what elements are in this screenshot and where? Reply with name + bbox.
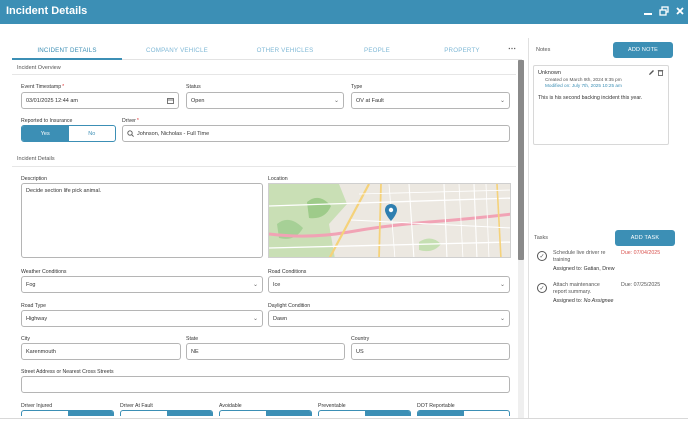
tasks-title: Tasks bbox=[534, 235, 549, 241]
section-title-overview: Incident Overview bbox=[17, 65, 61, 71]
chevron-down-icon: ⌄ bbox=[499, 316, 505, 322]
active-tab-indicator bbox=[12, 58, 122, 60]
tab-company-vehicle[interactable]: COMPANY VEHICLE bbox=[132, 47, 222, 54]
divider bbox=[12, 166, 516, 167]
weather-select[interactable]: Fog ⌄ bbox=[21, 276, 263, 293]
event-timestamp-field[interactable]: 03/01/2025 12:44 am bbox=[21, 92, 179, 109]
chevron-down-icon: ⌄ bbox=[252, 316, 258, 322]
check-circle-icon[interactable]: ✓ bbox=[537, 251, 547, 261]
search-icon bbox=[127, 130, 134, 139]
driver-injured-label: Driver Injured bbox=[21, 403, 53, 409]
daylight-label: Daylight Condition bbox=[268, 303, 311, 309]
state-label: State bbox=[186, 336, 199, 342]
dot-reportable-label: DOT Reportable bbox=[417, 403, 455, 409]
task-due: Due: 07/04/2025 bbox=[621, 250, 661, 256]
note-created: Created on March 9th, 2024 9:35 pm bbox=[545, 77, 622, 82]
task-due: Due: 07/25/2025 bbox=[621, 282, 661, 288]
description-label: Description bbox=[21, 176, 47, 182]
window-title: Incident Details bbox=[6, 5, 88, 17]
task-name: Schedule live driver re training bbox=[553, 250, 606, 263]
edit-icon[interactable] bbox=[648, 69, 655, 78]
note-card[interactable]: Unknown Created on March 9th, 2024 9:35 … bbox=[533, 65, 669, 145]
country-label: Country bbox=[351, 336, 370, 342]
preventable-toggle[interactable] bbox=[318, 410, 411, 416]
task-item[interactable]: ✓ Attach maintenance report summary. Due… bbox=[535, 281, 685, 321]
minimize-icon[interactable] bbox=[642, 5, 654, 17]
location-map[interactable] bbox=[268, 183, 511, 258]
add-task-button[interactable]: ADD TASK bbox=[615, 230, 675, 246]
road-conditions-label: Road Conditions bbox=[268, 269, 307, 275]
add-note-button[interactable]: ADD NOTE bbox=[613, 42, 673, 58]
chevron-down-icon: ⌄ bbox=[499, 282, 505, 288]
country-field[interactable]: US bbox=[351, 343, 510, 360]
status-select[interactable]: Open ⌄ bbox=[186, 92, 344, 109]
tab-other-vehicles[interactable]: OTHER VEHICLES bbox=[240, 47, 330, 54]
calendar-icon[interactable] bbox=[167, 97, 174, 106]
type-label: Type bbox=[351, 84, 363, 90]
chevron-down-icon: ⌄ bbox=[252, 282, 258, 288]
weather-label: Weather Conditions bbox=[21, 269, 67, 275]
driver-injured-toggle[interactable] bbox=[21, 410, 114, 416]
city-field[interactable]: Karenmouth bbox=[21, 343, 181, 360]
reported-insurance-toggle[interactable]: Yes No bbox=[21, 125, 116, 142]
type-select[interactable]: OV at Fault ⌄ bbox=[351, 92, 510, 109]
daylight-select[interactable]: Dawn ⌄ bbox=[268, 310, 510, 327]
task-assigned: Assigned to: No Assignee bbox=[553, 298, 614, 304]
description-textarea[interactable]: Decide section life pick animal. bbox=[21, 183, 263, 258]
task-name: Attach maintenance report summary. bbox=[553, 282, 600, 295]
driver-at-fault-toggle[interactable] bbox=[120, 410, 213, 416]
event-timestamp-label: Event Timestamp* bbox=[21, 84, 65, 90]
road-type-select[interactable]: Highway ⌄ bbox=[21, 310, 263, 327]
map-pin-icon bbox=[385, 204, 397, 226]
tab-bar: INCIDENT DETAILS COMPANY VEHICLE OTHER V… bbox=[12, 44, 522, 60]
city-label: City bbox=[21, 336, 30, 342]
reported-insurance-label: Reported to Insurance bbox=[21, 118, 73, 124]
divider bbox=[12, 74, 516, 75]
trash-icon[interactable] bbox=[657, 69, 664, 78]
driver-label: Driver* bbox=[122, 118, 139, 124]
chevron-down-icon: ⌄ bbox=[499, 98, 505, 104]
driver-field[interactable]: Johnson, Nicholas - Full Time bbox=[122, 125, 510, 142]
bottom-border bbox=[0, 418, 688, 419]
tab-people[interactable]: PEOPLE bbox=[352, 47, 402, 54]
street-field[interactable] bbox=[21, 376, 510, 393]
close-icon[interactable] bbox=[674, 5, 686, 17]
road-type-label: Road Type bbox=[21, 303, 46, 309]
note-author: Unknown bbox=[538, 70, 561, 76]
more-horizontal-icon[interactable]: ⋯ bbox=[508, 44, 516, 53]
dot-reportable-toggle[interactable] bbox=[417, 410, 510, 416]
restore-icon[interactable] bbox=[658, 5, 670, 17]
incident-form[interactable]: Incident Overview Event Timestamp* 03/01… bbox=[12, 62, 526, 416]
status-label: Status bbox=[186, 84, 201, 90]
check-circle-icon[interactable]: ✓ bbox=[537, 283, 547, 293]
tab-incident-details[interactable]: INCIDENT DETAILS bbox=[12, 47, 122, 54]
note-body: This is his second backing incident this… bbox=[538, 95, 643, 101]
chevron-down-icon: ⌄ bbox=[333, 98, 339, 104]
title-bar: Incident Details bbox=[0, 0, 688, 24]
notes-title: Notes bbox=[536, 47, 551, 53]
scrollbar-thumb[interactable] bbox=[518, 60, 524, 260]
street-label: Street Address or Nearest Cross Streets bbox=[21, 369, 114, 375]
avoidable-toggle[interactable] bbox=[219, 410, 312, 416]
reported-yes-option[interactable]: Yes bbox=[22, 126, 69, 141]
side-panel: Notes ADD NOTE Unknown Created on March … bbox=[528, 38, 688, 418]
section-title-details: Incident Details bbox=[17, 156, 55, 162]
location-label: Location bbox=[268, 176, 288, 182]
task-assigned: Assigned to: Gatian, Drew bbox=[553, 266, 615, 272]
state-field[interactable]: NE bbox=[186, 343, 345, 360]
avoidable-label: Avoidable bbox=[219, 403, 242, 409]
preventable-label: Preventable bbox=[318, 403, 346, 409]
driver-at-fault-label: Driver At Fault bbox=[120, 403, 153, 409]
road-conditions-select[interactable]: Ice ⌄ bbox=[268, 276, 510, 293]
tab-property[interactable]: PROPERTY bbox=[432, 47, 492, 54]
note-modified: Modified on: July 7th, 2025 10:25 am bbox=[545, 83, 622, 88]
reported-no-option[interactable]: No bbox=[69, 126, 116, 141]
